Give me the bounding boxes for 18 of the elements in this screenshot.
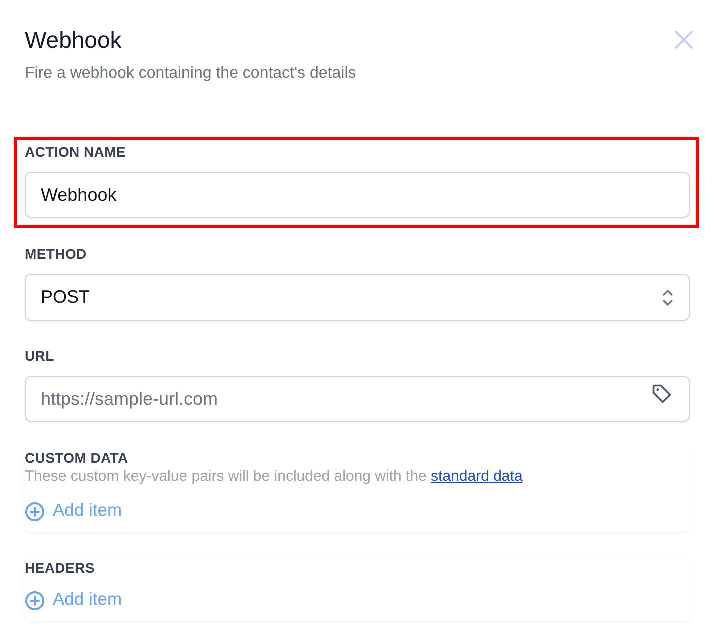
section-label: CUSTOM DATA	[25, 449, 128, 467]
section-label: HEADERS	[25, 559, 95, 577]
url-field[interactable]: https://sample-url.com	[25, 376, 690, 422]
chevron-updown-icon	[662, 288, 674, 306]
method-select[interactable]: POST	[25, 274, 690, 321]
dialog-subtitle: Fire a webhook containing the contact's details	[25, 64, 358, 84]
dialog-title: Webhook	[25, 26, 122, 54]
standard-data-link[interactable]: standard data	[431, 468, 523, 485]
close-icon	[674, 30, 694, 50]
field-label: ACTION NAME	[25, 143, 126, 161]
field-label: URL	[25, 347, 54, 365]
text-field[interactable]: Webhook	[25, 172, 690, 218]
plus-circle-icon	[25, 502, 45, 522]
field-label: METHOD	[25, 245, 87, 263]
plus-circle-icon	[25, 591, 45, 611]
close-button[interactable]	[674, 30, 694, 50]
tag-icon	[651, 382, 673, 404]
section-description: These custom key-value pairs will be included along with the standard data	[25, 467, 524, 487]
